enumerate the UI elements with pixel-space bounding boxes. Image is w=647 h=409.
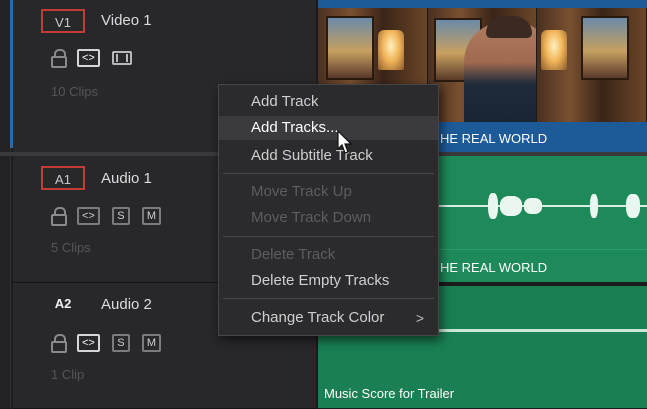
solo-button[interactable]: S [111, 207, 130, 225]
lock-icon[interactable] [51, 49, 67, 68]
waveform-peak [500, 196, 522, 216]
track-id-v1[interactable]: V1 [41, 9, 85, 33]
lock-icon[interactable] [51, 207, 67, 226]
track-id-a1[interactable]: A1 [41, 166, 85, 190]
menu-item-move-track-down: Move Track Down [251, 209, 372, 226]
mute-button[interactable]: M [141, 334, 162, 352]
lock-icon[interactable] [51, 334, 67, 353]
chevron-right-icon: > [415, 310, 424, 326]
menu-item-change-track-color[interactable]: Change Track Color > [219, 306, 438, 330]
menu-separator [223, 236, 434, 237]
menu-item-add-tracks[interactable]: Add Tracks... [219, 116, 438, 140]
audio1-clip-label: HE REAL WORLD [440, 260, 548, 275]
clip-thumbnail [537, 8, 647, 122]
menu-separator [223, 298, 434, 299]
menu-item-move-track-up: Move Track Up [251, 183, 352, 200]
menu-item-add-subtitle-track[interactable]: Add Subtitle Track [219, 144, 438, 168]
auto-select-button[interactable]: <> [77, 207, 100, 225]
track-id-a2[interactable]: A2 [41, 292, 85, 316]
menu-item-change-track-color-label: Change Track Color [251, 309, 385, 326]
auto-select-button[interactable]: <> [77, 49, 100, 67]
waveform-peak [590, 194, 598, 218]
mouse-pointer-icon [337, 130, 353, 154]
clip-count-video1: 10 Clips [51, 84, 98, 99]
video-clip-label: HE REAL WORLD [440, 131, 548, 146]
auto-select-button[interactable]: <> [77, 334, 100, 352]
menu-separator [223, 173, 434, 174]
mute-button[interactable]: M [141, 207, 162, 225]
waveform-peak [524, 198, 542, 214]
clip-count-audio2: 1 Clip [51, 367, 85, 382]
waveform-peak [488, 193, 498, 219]
film-icon[interactable] [111, 51, 132, 65]
track-context-menu: Add Track Add Tracks... Add Subtitle Tra… [218, 84, 439, 336]
track-controls-audio2: <> S M [51, 333, 162, 353]
clip-thumbnail [427, 8, 538, 122]
menu-item-delete-track: Delete Track [251, 246, 336, 263]
menu-item-delete-empty-tracks[interactable]: Delete Empty Tracks [219, 269, 438, 293]
menu-item-add-track[interactable]: Add Track [219, 90, 438, 114]
track-name-video1[interactable]: Video 1 [101, 12, 152, 29]
waveform-peak [626, 194, 640, 218]
solo-button[interactable]: S [111, 334, 130, 352]
track-name-audio1[interactable]: Audio 1 [101, 170, 152, 187]
track-controls-audio1: <> S M [51, 206, 162, 226]
track-controls-video1: <> [51, 48, 132, 68]
clip-count-audio1: 5 Clips [51, 240, 91, 255]
track-name-audio2[interactable]: Audio 2 [101, 296, 152, 313]
audio2-clip-label: Music Score for Trailer [324, 386, 455, 401]
